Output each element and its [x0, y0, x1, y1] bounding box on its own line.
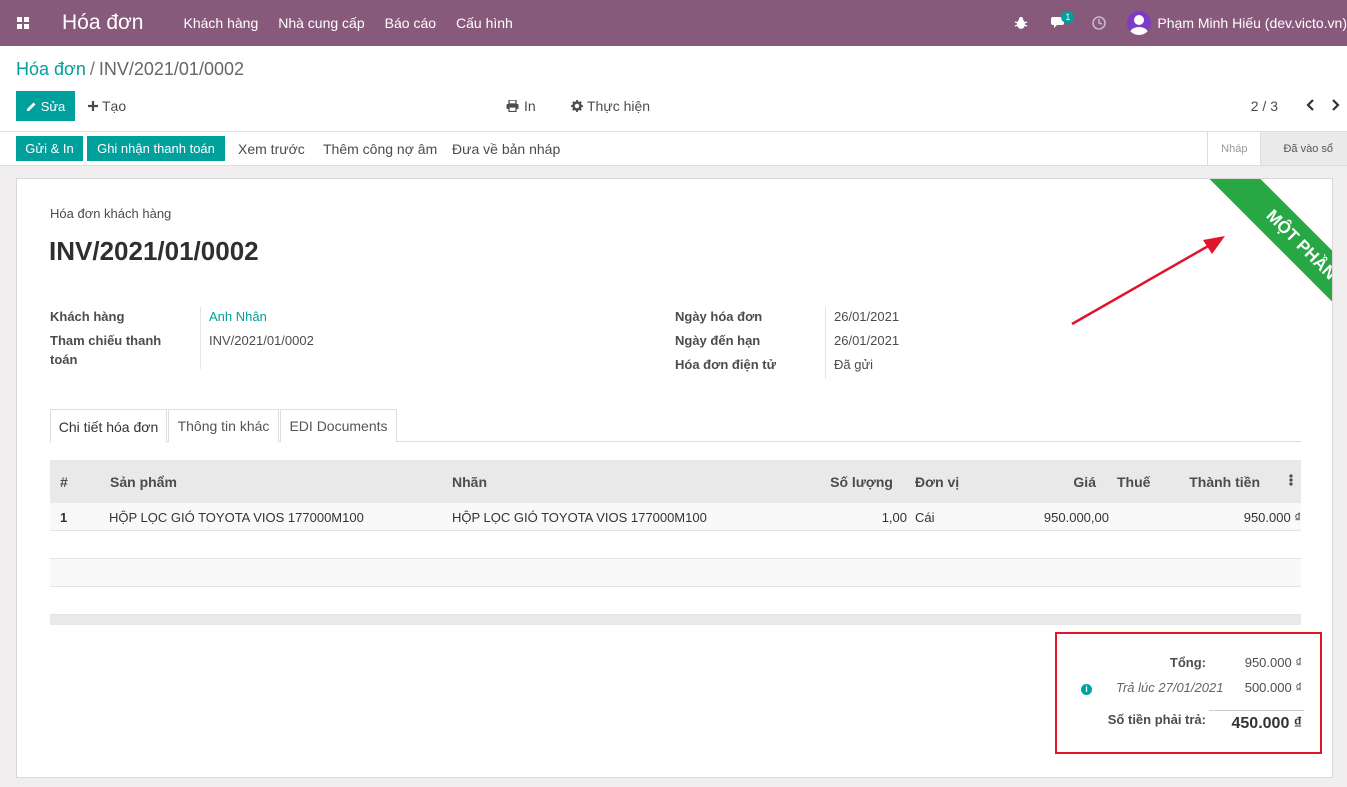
amount-due-value: 450.000 ₫: [1231, 715, 1303, 732]
empty-row: [50, 587, 1301, 615]
einvoice-value: Đã gửi: [834, 357, 874, 372]
col-quantity[interactable]: Số lượng: [830, 474, 893, 490]
gear-icon: [571, 100, 583, 112]
chat-icon[interactable]: 1: [1039, 0, 1079, 46]
app-title[interactable]: Hóa đơn: [62, 11, 144, 35]
create-label: Tạo: [102, 98, 127, 114]
add-credit-note-button[interactable]: Thêm công nợ âm: [323, 141, 437, 157]
col-tax[interactable]: Thuế: [1117, 474, 1150, 490]
empty-row: [50, 559, 1301, 587]
invoice-form-sheet: MỘT PHẦN Hóa đơn khách hàng INV/2021/01/…: [16, 178, 1333, 778]
invoice-number: INV/2021/01/0002: [49, 236, 259, 266]
edit-label: Sửa: [40, 98, 66, 114]
stage-posted[interactable]: Đã vào sổ: [1260, 132, 1347, 165]
clock-icon[interactable]: [1079, 0, 1119, 46]
line-label: HỘP LỌC GIÓ TOYOTA VIOS 177000M100: [452, 510, 707, 525]
invoice-date-value: 26/01/2021: [834, 309, 900, 324]
print-button[interactable]: In: [506, 98, 536, 114]
lines-table-footer: [50, 615, 1301, 625]
invoice-type: Hóa đơn khách hàng: [50, 206, 172, 221]
line-product: HỘP LỌC GIÓ TOYOTA VIOS 177000M100: [109, 510, 364, 525]
action-label: Thực hiện: [587, 98, 651, 114]
apps-icon[interactable]: [0, 0, 46, 46]
totals-highlight-box: Tổng: 950.000 ₫ i Trả lúc 27/01/2021 500…: [1055, 632, 1322, 754]
amount-due-divider: [1209, 710, 1304, 711]
due-date-label: Ngày đến hạn: [675, 333, 761, 348]
payment-reference-value: INV/2021/01/0002: [209, 333, 314, 348]
send-print-button[interactable]: Gửi & In: [16, 136, 83, 161]
total-value: 950.000 ₫: [1244, 655, 1302, 670]
avatar: [1127, 11, 1152, 35]
breadcrumb: Hóa đơn / INV/2021/01/0002: [16, 59, 244, 80]
einvoice-label: Hóa đơn điện tử: [675, 357, 776, 372]
tab-edi-documents[interactable]: EDI Documents: [280, 409, 397, 442]
status-bar: Gửi & In Ghi nhận thanh toán Xem trước T…: [0, 132, 1347, 166]
table-row[interactable]: 1 HỘP LỌC GIÓ TOYOTA VIOS 177000M100 HỘP…: [50, 503, 1301, 531]
line-subtotal: 950.000 ₫: [1243, 510, 1301, 525]
line-uom: Cái: [915, 510, 935, 525]
menu-item-customers[interactable]: Khách hàng: [184, 15, 259, 31]
register-payment-button[interactable]: Ghi nhận thanh toán: [87, 136, 225, 161]
plus-icon: [88, 101, 98, 111]
payment-status-ribbon: MỘT PHẦN: [1172, 179, 1332, 339]
invoice-date-label: Ngày hóa đơn: [675, 309, 763, 324]
line-price: 950.000,00: [1043, 510, 1109, 525]
breadcrumb-parent[interactable]: Hóa đơn: [16, 59, 86, 79]
ribbon-label: MỘT PHẦN: [1206, 179, 1332, 339]
lines-table-header: # Sản phẩm Nhãn Số lượng Đơn vị Giá Thuế…: [50, 460, 1301, 503]
info-icon[interactable]: i: [1081, 684, 1092, 695]
payment-label: Trả lúc 27/01/2021: [1116, 680, 1224, 695]
menu-item-vendors[interactable]: Nhà cung cấp: [278, 15, 364, 31]
pager-value: 2 / 3: [1250, 98, 1278, 114]
pencil-icon: [26, 102, 36, 111]
user-name: Phạm Minh Hiếu (dev.victo.vn): [1157, 15, 1347, 31]
preview-button[interactable]: Xem trước: [238, 141, 305, 157]
field-divider: [825, 307, 826, 379]
line-number: 1: [60, 510, 68, 525]
payment-value: 500.000 ₫: [1244, 680, 1302, 695]
stage-pipeline: Nháp Đã vào sổ: [1207, 132, 1347, 165]
tab-invoice-lines[interactable]: Chi tiết hóa đơn: [50, 409, 167, 443]
customer-label: Khách hàng: [50, 309, 125, 324]
col-subtotal[interactable]: Thành tiền: [1189, 474, 1260, 490]
column-options-icon[interactable]: [1289, 473, 1293, 490]
reset-to-draft-button[interactable]: Đưa về bản nháp: [452, 141, 560, 157]
control-panel: Hóa đơn / INV/2021/01/0002 Sửa Tạo In Thực…: [0, 46, 1347, 132]
edit-button[interactable]: Sửa: [16, 91, 75, 121]
menu-item-reports[interactable]: Báo cáo: [385, 15, 436, 31]
col-price[interactable]: Giá: [1073, 474, 1096, 490]
col-product[interactable]: Sản phẩm: [110, 474, 177, 490]
total-label: Tổng:: [1169, 655, 1206, 670]
col-number[interactable]: #: [60, 474, 68, 490]
line-quantity: 1,00: [881, 510, 907, 525]
action-button[interactable]: Thực hiện: [571, 98, 650, 114]
chevron-right-icon[interactable]: [1331, 98, 1341, 115]
payment-reference-label: Tham chiếu thanh toán: [50, 333, 162, 367]
printer-icon: [506, 100, 519, 112]
customer-value[interactable]: Anh Nhân: [209, 309, 267, 324]
messages-badge: 1: [1061, 11, 1075, 23]
bug-icon[interactable]: [1003, 0, 1039, 46]
chevron-left-icon[interactable]: [1305, 98, 1315, 115]
menu-item-config[interactable]: Cấu hình: [456, 15, 513, 31]
print-label: In: [524, 98, 536, 114]
stage-draft[interactable]: Nháp: [1207, 132, 1261, 165]
amount-due-label: Số tiền phải trả:: [1107, 712, 1206, 727]
empty-row: [50, 531, 1301, 559]
breadcrumb-separator: /: [89, 59, 95, 79]
breadcrumb-current: INV/2021/01/0002: [98, 59, 244, 79]
col-label[interactable]: Nhãn: [452, 474, 487, 490]
main-menu: Khách hàng Nhà cung cấp Báo cáo Cấu hình: [184, 15, 533, 31]
field-divider: [200, 307, 201, 369]
tab-other-info[interactable]: Thông tin khác: [168, 409, 279, 442]
form-tabs: Chi tiết hóa đơn Thông tin khác EDI Docu…: [50, 409, 1301, 443]
top-navbar: Hóa đơn Khách hàng Nhà cung cấp Báo cáo …: [0, 0, 1347, 46]
due-date-value: 26/01/2021: [834, 333, 900, 348]
col-uom[interactable]: Đơn vị: [915, 474, 959, 490]
create-button[interactable]: Tạo: [88, 98, 126, 114]
user-menu[interactable]: Phạm Minh Hiếu (dev.victo.vn): [1127, 11, 1347, 35]
